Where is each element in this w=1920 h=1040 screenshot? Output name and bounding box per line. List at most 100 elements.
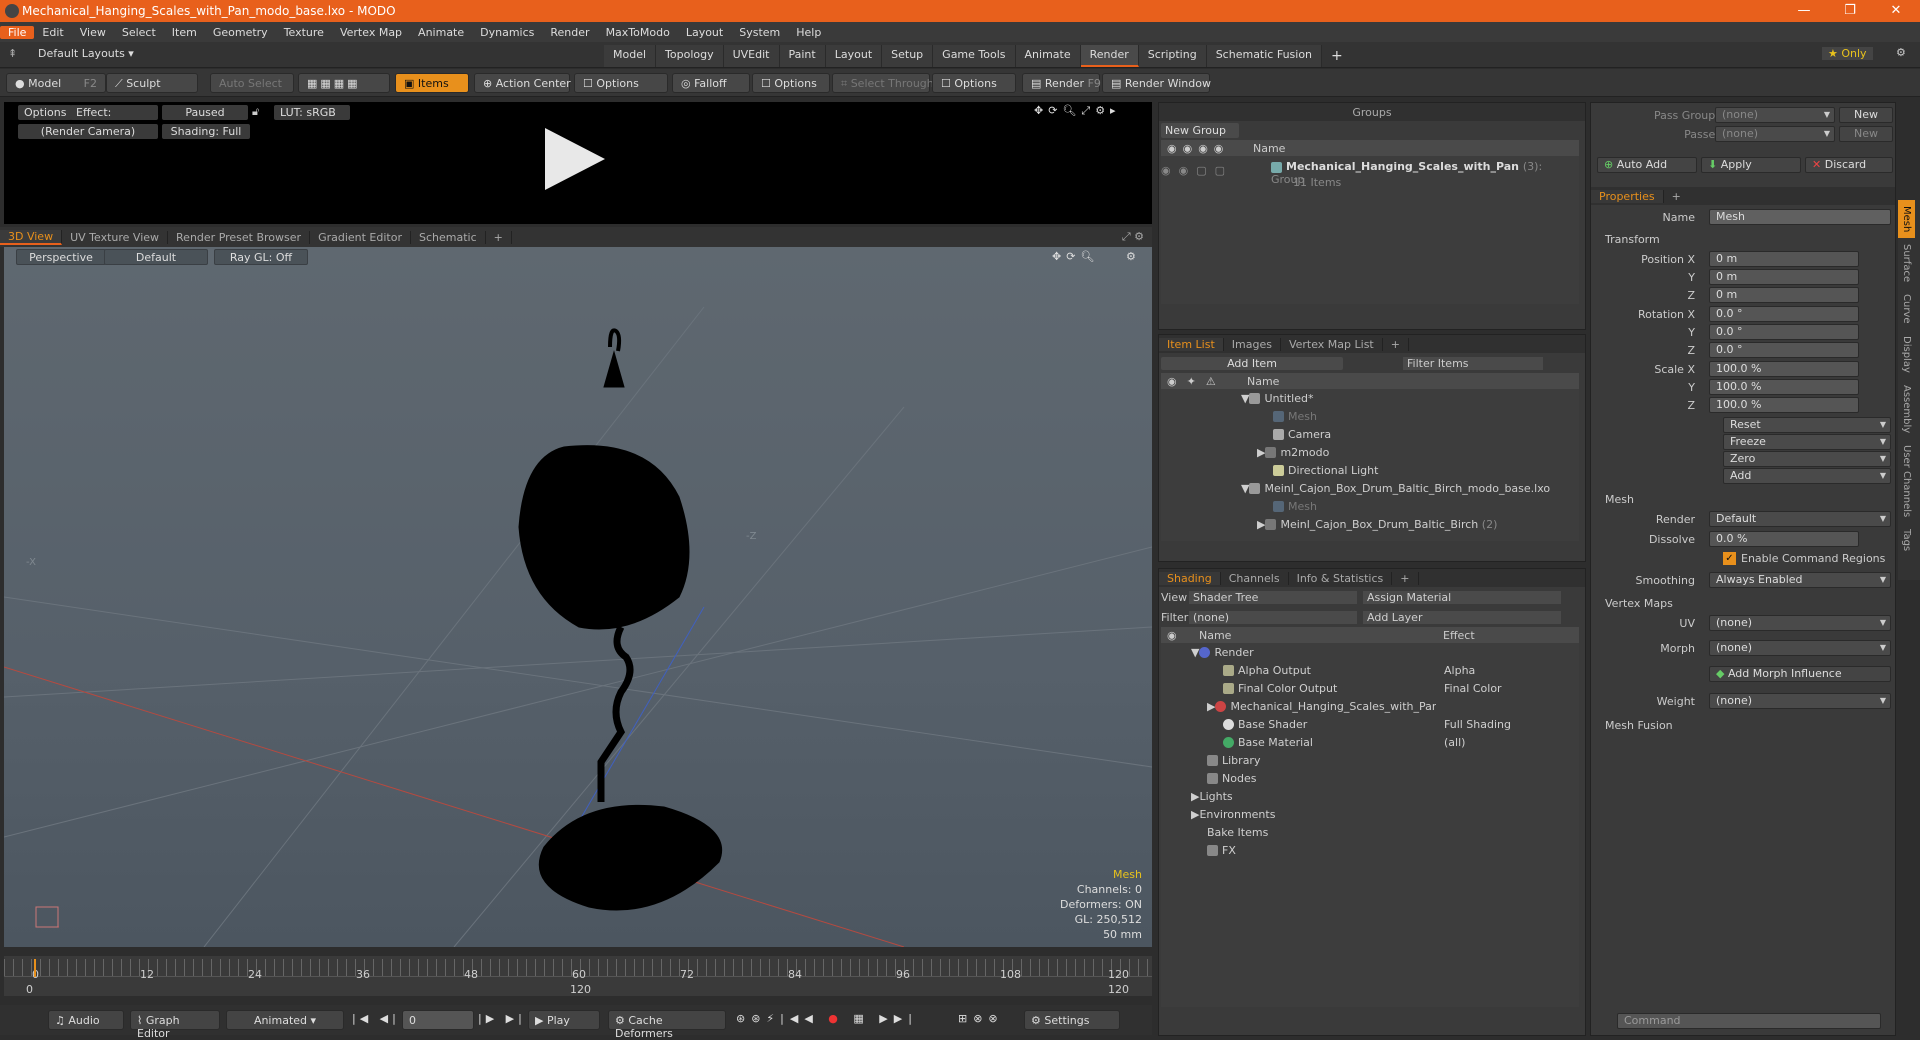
menu-animate[interactable]: Animate — [410, 26, 472, 39]
auto-add-button[interactable]: ⊕ Auto Add — [1597, 157, 1697, 173]
apply-button[interactable]: ⬇ Apply — [1701, 157, 1801, 173]
add-shading-tab[interactable]: + — [1392, 571, 1419, 585]
render-options-button[interactable]: Options — [18, 105, 73, 120]
viewport-expand-icon[interactable]: ⤢ ⚙ — [1114, 230, 1152, 244]
item-m2modo[interactable]: ▶ m2modo — [1161, 443, 1579, 461]
auto-select-button[interactable]: Auto Select — [210, 73, 294, 93]
layout-settings-gear-icon[interactable]: ⚙ — [1896, 46, 1906, 59]
sculpt-mode-button[interactable]: ⟋ Sculpt — [106, 73, 198, 93]
3d-viewport[interactable]: -Z -X Perspective Default Ray GL: Off ✥⟳… — [4, 247, 1152, 947]
shader-row-render[interactable]: ▼ Render — [1161, 643, 1579, 661]
item-camera[interactable]: Camera — [1161, 425, 1579, 443]
item-cajon-scene[interactable]: ▼ Meinl_Cajon_Box_Drum_Baltic_Birch_modo… — [1161, 479, 1579, 497]
shader-row-fx[interactable]: FX — [1161, 841, 1579, 859]
transform-section[interactable]: Transform — [1605, 233, 1660, 246]
tab-topology[interactable]: Topology — [656, 45, 724, 67]
view-navigation-icons[interactable]: ✥⟳🔍︎⤢⚙▸ — [1034, 104, 1121, 118]
shader-row-base-shader[interactable]: Base Shader Full Shading — [1161, 715, 1579, 733]
tab-uvedit[interactable]: UVEdit — [723, 45, 780, 67]
cache-deformers-button[interactable]: ⚙ Cache Deformers — [608, 1010, 726, 1040]
weight-dropdown[interactable]: (none) — [1709, 693, 1891, 709]
zero-dropdown[interactable]: Zero — [1723, 451, 1891, 467]
animated-dropdown[interactable]: Animated ▾ — [226, 1010, 344, 1030]
shader-row-final-color[interactable]: Final Color Output Final Color — [1161, 679, 1579, 697]
tab-render[interactable]: Render — [1080, 45, 1139, 67]
scale-x-input[interactable]: 100.0 % — [1709, 361, 1859, 377]
tab-game-tools[interactable]: Game Tools — [933, 45, 1016, 67]
menu-help[interactable]: Help — [788, 26, 829, 39]
add-properties-tab[interactable]: + — [1664, 190, 1689, 203]
graph-editor-button[interactable]: ⌇ Graph Editor — [130, 1010, 220, 1040]
play-button[interactable]: ▶ Play — [528, 1010, 600, 1030]
maximize-button[interactable]: ❐ — [1830, 0, 1870, 22]
scale-y-input[interactable]: 100.0 % — [1709, 379, 1859, 395]
item-mesh-2[interactable]: Mesh — [1161, 497, 1579, 515]
menu-select[interactable]: Select — [114, 26, 164, 39]
menu-view[interactable]: View — [72, 26, 114, 39]
tab-paint[interactable]: Paint — [779, 45, 826, 67]
shader-effect[interactable]: (all) — [1444, 736, 1465, 749]
lut-dropdown[interactable]: LUT: sRGB — [274, 105, 350, 120]
side-tab-surface[interactable]: Surface — [1898, 238, 1915, 288]
filter-dropdown[interactable]: (none) — [1189, 610, 1357, 624]
settings-button[interactable]: ⚙ Settings — [1024, 1010, 1120, 1030]
shader-row-environments[interactable]: ▶ Environments — [1161, 805, 1579, 823]
reset-dropdown[interactable]: Reset — [1723, 417, 1891, 433]
dissolve-input[interactable]: 0.0 % — [1709, 531, 1859, 547]
model-mode-button[interactable]: ● Model F2 — [6, 73, 106, 93]
shading-dropdown[interactable]: Shading: Full — [162, 124, 250, 139]
component-mode-icons[interactable]: ▦▦▦▦ — [298, 73, 390, 93]
tab-images[interactable]: Images — [1224, 337, 1281, 351]
side-tab-mesh[interactable]: Mesh — [1898, 200, 1915, 239]
item-cajon-group[interactable]: ▶ Meinl_Cajon_Box_Drum_Baltic_Birch (2) — [1161, 515, 1579, 533]
side-tab-user-channels[interactable]: User Channels — [1898, 439, 1915, 523]
falloff-button[interactable]: ◎ Falloff — [672, 73, 750, 93]
item-untitled[interactable]: ▼ Untitled* — [1161, 389, 1579, 407]
tab-vertex-map-list[interactable]: Vertex Map List — [1281, 337, 1383, 351]
effect-dropdown[interactable]: Effect: (Shadi... — [70, 105, 158, 120]
add-dropdown[interactable]: Add — [1723, 468, 1891, 484]
mesh-section[interactable]: Mesh — [1605, 493, 1634, 506]
tab-3d-view[interactable]: 3D View — [0, 229, 63, 245]
menu-system[interactable]: System — [731, 26, 788, 39]
add-item-dropdown[interactable]: Add Item — [1161, 356, 1343, 370]
render-dropdown[interactable]: Default — [1709, 511, 1891, 527]
scale-z-input[interactable]: 100.0 % — [1709, 397, 1859, 413]
pass-groups-dropdown[interactable]: (none) — [1715, 107, 1835, 123]
menu-geometry[interactable]: Geometry — [205, 26, 276, 39]
item-mesh[interactable]: Mesh — [1161, 407, 1579, 425]
uv-dropdown[interactable]: (none) — [1709, 615, 1891, 631]
collapse-icon[interactable]: ⇞ — [8, 47, 17, 60]
group-row-toggles[interactable]: ◉◉▢▢ — [1161, 164, 1233, 177]
command-input[interactable]: Command — [1617, 1013, 1881, 1029]
shader-row-library[interactable]: Library — [1161, 751, 1579, 769]
audio-button[interactable]: ♫ Audio — [48, 1010, 124, 1030]
smoothing-dropdown[interactable]: Always Enabled — [1709, 572, 1891, 588]
tab-gradient-editor[interactable]: Gradient Editor — [310, 230, 411, 244]
discard-button[interactable]: ✕ Discard — [1805, 157, 1893, 173]
side-tab-tags[interactable]: Tags — [1898, 523, 1915, 557]
shader-row-alpha[interactable]: Alpha Output Alpha — [1161, 661, 1579, 679]
enable-command-regions-checkbox[interactable]: ✓ — [1723, 552, 1736, 565]
tab-animate[interactable]: Animate — [1015, 45, 1081, 67]
morph-dropdown[interactable]: (none) — [1709, 640, 1891, 656]
shader-row-nodes[interactable]: Nodes — [1161, 769, 1579, 787]
render-window-button[interactable]: ▤ Render Window — [1102, 73, 1211, 93]
tab-schematic[interactable]: Schematic — [411, 230, 486, 244]
menu-item[interactable]: Item — [164, 26, 205, 39]
key-record-icons[interactable]: ⊛⊛⚡|◀◀ ● ▦ ▶▶| — [736, 1012, 918, 1025]
shader-effect[interactable]: Alpha — [1444, 664, 1475, 677]
menu-maxtomodo[interactable]: MaxToModo — [598, 26, 678, 39]
shader-row-material-group[interactable]: ▶ Mechanical_Hanging_Scales_with_Pan — [1161, 697, 1579, 715]
side-tab-curve[interactable]: Curve — [1898, 288, 1915, 330]
rewind-icons[interactable]: |◀ ◀| — [352, 1012, 400, 1025]
raygl-dropdown[interactable]: Ray GL: Off — [214, 249, 308, 265]
vertex-maps-section[interactable]: Vertex Maps — [1605, 597, 1673, 610]
render-camera-dropdown[interactable]: (Render Camera) — [18, 124, 158, 139]
filter-items-input[interactable]: Filter Items — [1403, 356, 1543, 370]
items-mode-button[interactable]: ▣ Items — [395, 73, 469, 93]
new-group-button[interactable]: New Group — [1161, 123, 1239, 138]
timeline[interactable]: 0 12 24 36 48 60 72 84 96 108 120 0 120 … — [4, 956, 1152, 996]
close-button[interactable]: ✕ — [1876, 0, 1916, 22]
position-y-input[interactable]: 0 m — [1709, 269, 1859, 285]
